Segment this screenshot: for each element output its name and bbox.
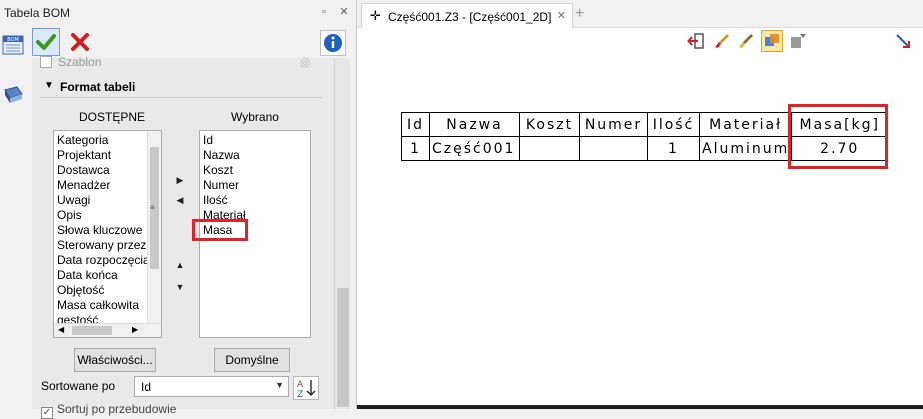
section-title: Format tabeli — [60, 80, 136, 94]
collapse-arrow-icon[interactable]: ▼ — [44, 80, 54, 91]
scroll-right-icon[interactable]: ▶ — [132, 325, 138, 334]
rebuild-sort-option[interactable]: ✓ Sortuj po przebudowie — [41, 402, 176, 419]
view-axis-icon[interactable] — [894, 32, 912, 50]
add-tab-icon[interactable]: + — [575, 5, 584, 23]
sort-order-button[interactable]: A Z — [293, 376, 319, 400]
available-list-item[interactable]: Masa całkowita — [54, 298, 161, 313]
sort-az-icon: A Z — [297, 380, 316, 400]
document-tab-label: Część001.Z3 - [Część001_2D] — [388, 10, 552, 24]
pin-tab-icon[interactable]: ✛ — [370, 8, 381, 24]
template-row: Szablon ◎ — [40, 55, 330, 71]
close-tab-icon[interactable]: ✕ — [557, 9, 566, 22]
default-button[interactable]: Domyślne — [214, 348, 290, 372]
bom-cell: Część001 — [429, 136, 520, 161]
bom-cell: Aluminum — [698, 136, 793, 161]
available-list-item[interactable]: Data rozpoczęcia — [54, 253, 161, 268]
drawing-toolbar — [681, 30, 811, 52]
mass-column-highlight — [788, 104, 888, 169]
close-icon[interactable]: ✕ — [336, 4, 352, 20]
selected-list-item[interactable]: Nazwa — [200, 148, 310, 163]
cancel-x-icon — [71, 33, 89, 51]
sort-select[interactable]: Id ▼ — [134, 376, 289, 397]
selected-header: Wybrano — [231, 110, 279, 124]
available-list-item[interactable]: Opis — [54, 208, 161, 223]
bom-cell — [519, 136, 580, 161]
selected-list-item[interactable]: Ilość — [200, 193, 310, 208]
paint-icon[interactable] — [737, 32, 755, 50]
available-list-item[interactable]: Dostawca — [54, 163, 161, 178]
chevron-down-icon[interactable]: ▼ — [275, 380, 284, 390]
rebuild-sort-label: Sortuj po przebudowie — [57, 402, 177, 416]
sort-value: Id — [141, 380, 152, 394]
available-list-hscroll[interactable]: ◀ ▶ — [54, 323, 161, 337]
move-left-icon[interactable]: ◀ — [174, 195, 186, 206]
svg-text:BOM: BOM — [7, 37, 19, 43]
table-format-section[interactable]: ▼ Format tabeli — [40, 76, 322, 98]
bom-cell: 1 — [401, 136, 430, 161]
move-up-icon[interactable]: ▲ — [174, 260, 186, 270]
brush-icon[interactable] — [713, 32, 731, 50]
ok-button[interactable] — [32, 28, 60, 56]
bom-toggle-icon[interactable] — [761, 30, 783, 52]
grip-icon: ≡ — [150, 203, 155, 212]
available-list-item[interactable]: Data końca — [54, 268, 161, 283]
template-checkbox[interactable] — [40, 56, 52, 68]
properties-button[interactable]: Właściwości... — [74, 348, 156, 372]
bom-header-cell: Nazwa — [429, 112, 520, 137]
info-button[interactable] — [320, 30, 346, 56]
available-header: DOSTĘPNE — [79, 110, 146, 124]
panel-scrollbar-thumb[interactable] — [337, 288, 349, 407]
available-list-item[interactable]: Sterowany przez — [54, 238, 161, 253]
panel-scrollbar[interactable] — [334, 58, 350, 409]
document-tab[interactable]: ✛ Część001.Z3 - [Część001_2D] ✕ — [361, 3, 573, 28]
svg-text:A: A — [297, 380, 304, 390]
available-list-item[interactable]: Kategoria — [54, 133, 161, 148]
exit-icon[interactable] — [687, 32, 705, 50]
move-right-icon[interactable]: ▶ — [174, 175, 186, 186]
pin-icon[interactable]: ▫ — [316, 4, 332, 20]
bom-cell: 1 — [647, 136, 700, 161]
scroll-left-icon[interactable]: ◀ — [58, 325, 64, 334]
available-list-vscroll[interactable]: ≡ — [147, 131, 161, 325]
bom-header-cell: Materiał — [698, 112, 793, 137]
bom-header-cell: Koszt — [519, 112, 580, 137]
bom-header-cell: Numer — [579, 112, 648, 137]
selected-list-item[interactable]: Numer — [200, 178, 310, 193]
bom-cell — [579, 136, 648, 161]
selected-list-item[interactable]: Koszt — [200, 163, 310, 178]
drawing-area[interactable]: ✛ Część001.Z3 - [Część001_2D] ✕ + Id Nazw… — [357, 0, 923, 409]
available-list-item[interactable]: Projektant — [54, 148, 161, 163]
available-list-item[interactable]: Uwagi — [54, 193, 161, 208]
check-icon — [36, 34, 56, 50]
table-filter-icon[interactable] — [789, 32, 807, 50]
move-down-icon[interactable]: ▼ — [174, 282, 186, 292]
svg-text:Z: Z — [297, 390, 303, 399]
available-list-item[interactable]: Objętość — [54, 283, 161, 298]
available-list[interactable]: Kategoria Projektant Dostawca Menadżer Uwagi… — [53, 130, 162, 338]
sort-label: Sortowane po — [41, 379, 116, 393]
cancel-button[interactable] — [66, 28, 94, 56]
bom-icon[interactable]: BOM — [2, 34, 24, 56]
table-icon[interactable] — [2, 84, 24, 106]
eye-icon[interactable]: ◎ — [300, 55, 310, 69]
bom-header-cell: Id — [401, 112, 430, 137]
available-list-item[interactable]: Słowa kluczowe — [54, 223, 161, 238]
info-icon — [324, 34, 342, 52]
available-list-item[interactable]: Menadżer — [54, 178, 161, 193]
masa-highlight — [192, 219, 248, 241]
template-label: Szablon — [58, 55, 102, 69]
panel-title: Tabela BOM — [4, 6, 71, 20]
panel-titlebar: Tabela BOM ▫ ✕ — [0, 0, 357, 26]
document-tabbar: ✛ Część001.Z3 - [Część001_2D] ✕ + — [357, 0, 923, 28]
available-list-hscroll-thumb[interactable] — [72, 326, 112, 335]
status-strip — [357, 405, 923, 409]
bom-header-cell: Ilość — [647, 112, 700, 137]
side-icon-strip: BOM — [0, 30, 26, 110]
bom-table-panel: Tabela BOM ▫ ✕ BOM Szablon ◎ ▼ Format ta… — [0, 0, 357, 419]
selected-list-item[interactable]: Id — [200, 133, 310, 148]
